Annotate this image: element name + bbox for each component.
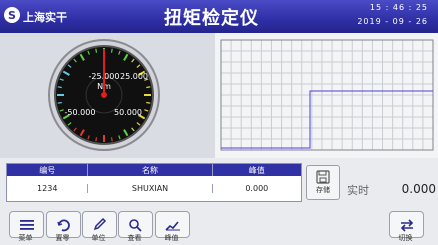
- torque-curve-chart: [220, 39, 434, 151]
- menu-label: 菜单: [18, 234, 33, 242]
- zero-label: 置零: [55, 234, 70, 242]
- unit-label: 单位: [91, 234, 106, 242]
- gauge-tick: [57, 101, 62, 104]
- col-header-id: 编号: [7, 164, 89, 176]
- torque-curve-panel: [215, 33, 438, 158]
- gauge-label-pos50: 50.000: [114, 108, 142, 117]
- store-label: 存储: [316, 186, 330, 194]
- store-button[interactable]: 存储: [306, 165, 340, 200]
- col-header-name: 名称: [88, 164, 213, 176]
- pencil-icon: [93, 217, 106, 230]
- cell-name: SHUXIAN: [88, 184, 213, 193]
- line-chart-icon: [164, 220, 180, 231]
- col-header-peak: 峰值: [248, 165, 265, 175]
- record-table: 编号 名称 峰值 1234 SHUXIAN 0.000: [6, 163, 302, 202]
- brand-name: 上海实干: [23, 11, 67, 24]
- gauge-label-pos25: 25.000: [120, 72, 148, 81]
- switch-label: 切换: [398, 234, 413, 242]
- refresh-icon: [56, 219, 70, 231]
- view-label: 查看: [127, 234, 142, 242]
- save-icon: [316, 170, 330, 184]
- torque-gauge: -25.000 25.000 -50.000 50.000 Nm: [48, 39, 160, 151]
- swap-icon: [400, 218, 413, 232]
- page-title: 扭矩检定仪: [164, 8, 259, 29]
- table-header: 编号 名称 峰值: [7, 164, 301, 176]
- cell-id: 1234: [7, 184, 89, 193]
- gauge-tick: [95, 137, 98, 142]
- table-row: 1234 SHUXIAN 0.000: [7, 176, 301, 201]
- logo-icon: S: [4, 7, 20, 23]
- clock-date: 2019 - 09 - 26: [357, 17, 428, 26]
- peak-label: 峰值: [164, 234, 179, 242]
- gauge-hub: [101, 92, 107, 98]
- current-value: 0.000: [401, 182, 436, 196]
- mode-label: 实时: [347, 184, 369, 197]
- menu-icon: [19, 219, 34, 230]
- search-icon: [128, 218, 142, 232]
- title-bar: S 上海实干 扭矩检定仪 15 : 46 : 25 2019 - 09 - 26: [0, 0, 438, 33]
- gauge-tick: [57, 86, 62, 89]
- gauge-tick: [146, 86, 151, 89]
- gauge-tick: [110, 48, 113, 53]
- gauge-tick: [110, 137, 113, 142]
- chart-grid: [220, 39, 434, 151]
- gauge-label-neg50: -50.000: [65, 108, 96, 117]
- clock-time: 15 : 46 : 25: [369, 3, 428, 12]
- gauge-panel: -25.000 25.000 -50.000 50.000 Nm: [0, 33, 215, 158]
- gauge-tick: [95, 48, 98, 53]
- cell-peak: 0.000: [245, 184, 269, 193]
- gauge-tick: [146, 101, 151, 104]
